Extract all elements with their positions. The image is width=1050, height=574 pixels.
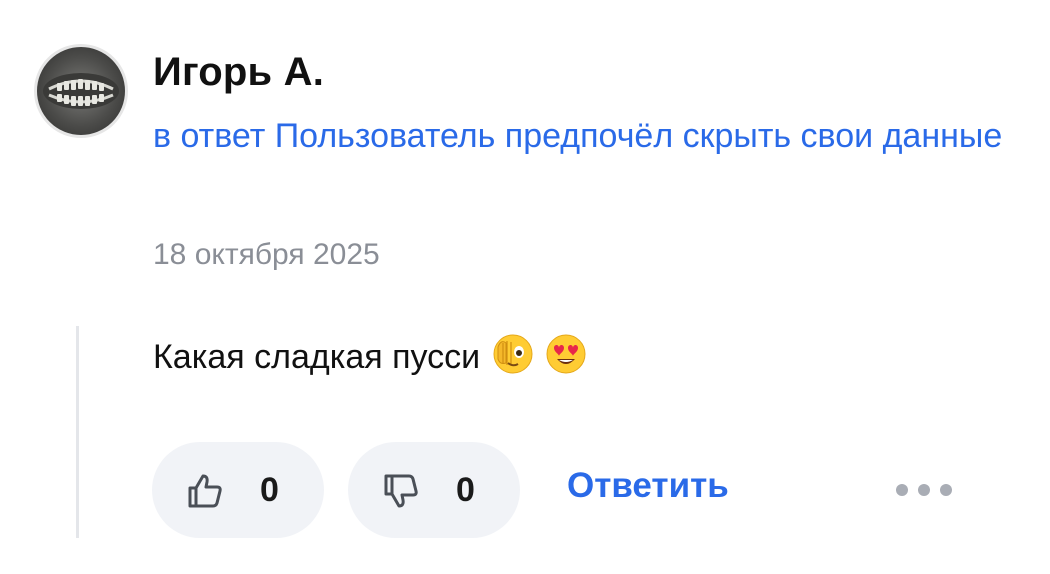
face-with-hand-over-eye-icon xyxy=(492,333,534,384)
comment-date: 18 октября 2025 xyxy=(153,238,380,271)
thumbs-down-icon xyxy=(382,472,420,515)
dislike-count: 0 xyxy=(456,471,475,509)
comment-text: Какая сладкая пусси xyxy=(153,338,481,376)
thumbs-up-icon xyxy=(186,472,224,515)
ellipsis-dot xyxy=(918,484,930,496)
comment-text-row: Какая сладкая пусси xyxy=(153,333,587,384)
avatar[interactable] xyxy=(34,44,128,138)
reply-to-link[interactable]: в ответ Пользователь предпочёл скрыть св… xyxy=(153,110,1013,163)
dislike-button[interactable]: 0 xyxy=(348,442,520,538)
like-count: 0 xyxy=(260,471,279,509)
comment-card: Игорь А. в ответ Пользователь предпочёл … xyxy=(0,0,1050,574)
xray-teeth-image xyxy=(43,73,119,109)
ellipsis-dot xyxy=(896,484,908,496)
ellipsis-dot xyxy=(940,484,952,496)
reply-button[interactable]: Ответить xyxy=(567,466,729,506)
like-button[interactable]: 0 xyxy=(152,442,324,538)
thread-line xyxy=(76,326,79,538)
author-name[interactable]: Игорь А. xyxy=(153,50,324,95)
more-options-button[interactable] xyxy=(896,478,958,502)
heart-eyes-icon xyxy=(545,333,587,384)
